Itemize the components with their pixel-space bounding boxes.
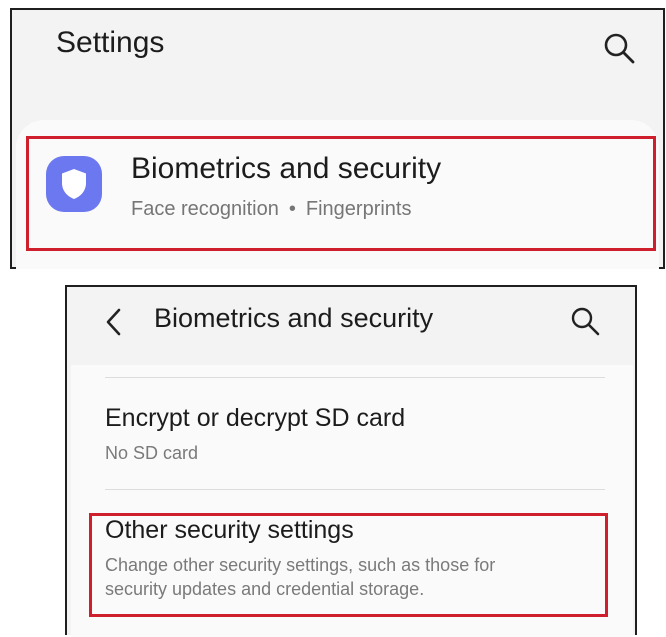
divider [105,489,605,490]
biometrics-security-screen-panel: Biometrics and security Encrypt or decry… [65,285,637,637]
divider [105,377,605,378]
encrypt-sd-card-item-subtitle: No SD card [105,443,199,463]
search-icon[interactable] [569,305,601,337]
highlight-box-biometrics-and-security[interactable] [26,136,656,251]
highlight-box-other-security-settings[interactable] [89,513,608,617]
encrypt-sd-card-item-label[interactable]: Encrypt or decrypt SD card [105,404,405,433]
page-title: Settings [56,26,165,59]
settings-screen-panel: Settings Biometrics and security Face re… [10,8,665,269]
back-arrow-icon[interactable] [103,305,125,339]
page-title: Biometrics and security [154,303,434,333]
search-icon[interactable] [601,30,637,66]
